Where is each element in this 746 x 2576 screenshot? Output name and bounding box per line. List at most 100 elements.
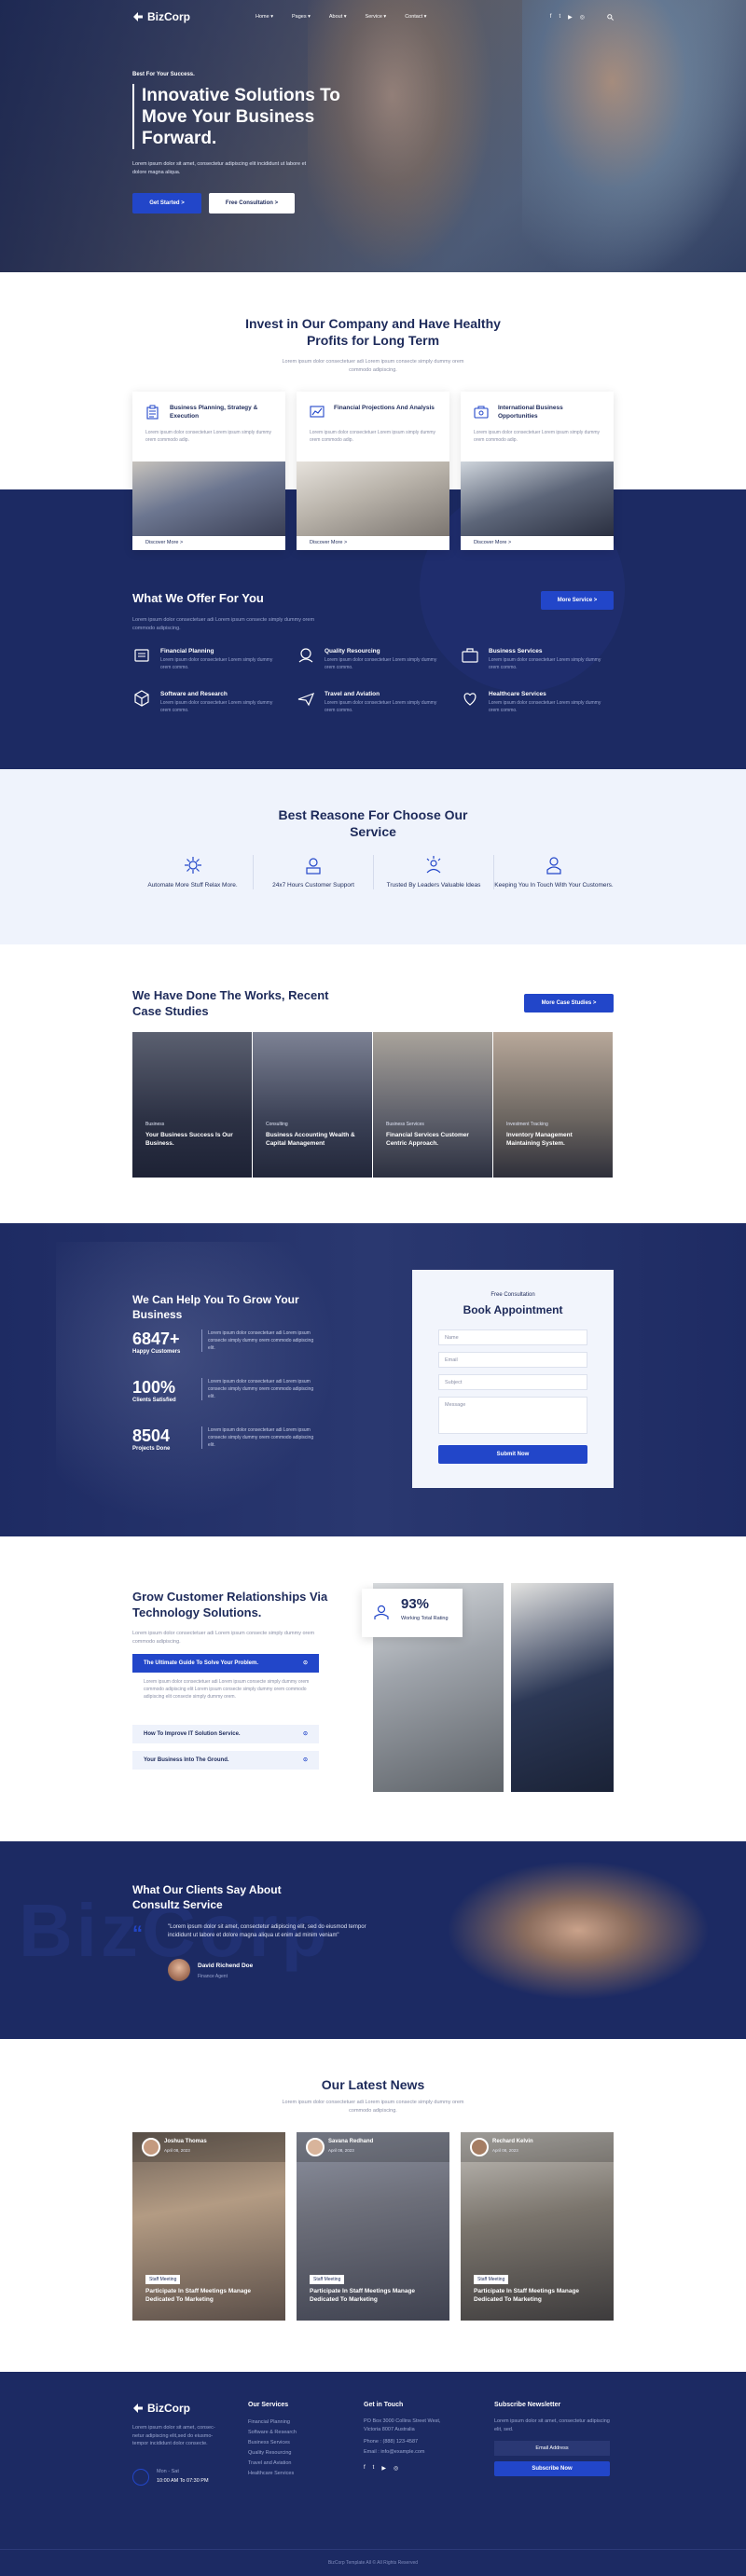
case-study-card[interactable]: Business Your Business Success Is Our Bu…: [132, 1032, 252, 1178]
footer-link[interactable]: Business Services: [248, 2438, 341, 2448]
footer-logo[interactable]: BizCorp: [132, 2402, 226, 2415]
tech-text: Lorem ipsum dolor consectetuer adi Lorem…: [132, 1631, 315, 1645]
trusted-leader-icon: [374, 855, 493, 875]
card-title: International Business Opportunities: [498, 405, 563, 420]
subscribe-button[interactable]: Subscribe Now: [494, 2461, 610, 2476]
offer-item[interactable]: Financial Planning Lorem ipsum dolor con…: [132, 646, 282, 670]
free-consultation-button[interactable]: Free Consultation >: [209, 193, 295, 214]
offer-item[interactable]: Quality Resourcing Lorem ipsum dolor con…: [297, 646, 446, 670]
appointment-form: Free Consultation Book Appointment Name …: [412, 1270, 614, 1488]
youtube-icon[interactable]: ▶: [381, 2465, 386, 2472]
reason-item: Automate More Stuff Relax More.: [132, 855, 253, 889]
footer-link[interactable]: Healthcare Services: [248, 2469, 341, 2479]
hero-section: BizCorp Home ▾ Pages ▾ About ▾ Service ▾…: [0, 0, 746, 272]
newsletter-email-input[interactable]: Email Address: [494, 2441, 610, 2456]
subject-field[interactable]: Subject: [438, 1374, 587, 1390]
case-study-card[interactable]: Investment Tracking Inventory Management…: [493, 1032, 613, 1178]
cases-title: We Have Done The Works, Recent Case Stud…: [132, 988, 329, 1018]
logo-icon: [132, 11, 144, 22]
instagram-icon[interactable]: ◎: [394, 2465, 398, 2472]
news-card[interactable]: Joshua Thomas April 08, 2023 Staff Meeti…: [132, 2132, 285, 2321]
name-field[interactable]: Name: [438, 1329, 587, 1345]
email-field[interactable]: Email: [438, 1352, 587, 1368]
client-name: David Richend Doe: [198, 1963, 254, 1969]
chevron-icon: ⊙: [302, 1757, 308, 1763]
facebook-icon[interactable]: f: [550, 14, 552, 21]
invest-section: Invest in Our Company and Have Healthy P…: [0, 272, 746, 769]
chevron-icon: ⊙: [302, 1731, 308, 1737]
author-avatar: [306, 2138, 325, 2156]
news-card[interactable]: Rechard Kelvin April 08, 2023 Staff Meet…: [461, 2132, 614, 2321]
footer-link[interactable]: Software & Research: [248, 2428, 341, 2438]
clock-icon: [132, 2469, 149, 2486]
accordion-item-active[interactable]: The Ultimate Guide To Solve Your Problem…: [132, 1654, 319, 1673]
case-study-card[interactable]: Business Services Financial Services Cus…: [373, 1032, 492, 1178]
invest-text: Lorem ipsum dolor consectetuer adi Lorem…: [282, 359, 464, 373]
globe-icon: [474, 405, 489, 420]
service-card: International Business Opportunities Lor…: [461, 392, 614, 550]
footer-link[interactable]: Quality Resourcing: [248, 2448, 341, 2459]
tech-title: Grow Customer Relationships Via Technolo…: [132, 1590, 328, 1619]
nav-about[interactable]: About ▾: [329, 14, 347, 20]
case-studies-section: We Have Done The Works, Recent Case Stud…: [0, 944, 746, 1223]
rating-badge: 93% Working Total Rating: [362, 1589, 463, 1637]
search-icon[interactable]: [607, 13, 614, 21]
reasons-section: Best Reasone For Choose Our Service Auto…: [0, 769, 746, 944]
discover-more-link[interactable]: Discover More >: [474, 540, 511, 545]
stat-item: 6847+ Happy Customers Lorem ipsum dolor …: [132, 1329, 314, 1355]
client-photo: [373, 1841, 746, 2039]
nav-social: f t ▶ ◎: [550, 14, 614, 21]
news-section: Our Latest News Lorem ipsum dolor consec…: [0, 2039, 746, 2372]
chart-icon: [310, 405, 325, 420]
more-case-studies-button[interactable]: More Case Studies >: [524, 994, 614, 1012]
meeting-photo: [132, 461, 285, 536]
discover-more-link[interactable]: Discover More >: [145, 540, 183, 545]
youtube-icon[interactable]: ▶: [568, 14, 573, 21]
nav-home[interactable]: Home ▾: [256, 14, 273, 20]
twitter-icon[interactable]: t: [559, 14, 560, 21]
handshake-photo: [461, 461, 614, 536]
more-service-button[interactable]: More Service >: [541, 591, 614, 610]
logo-icon: [132, 2403, 144, 2414]
case-study-card[interactable]: Consulting Business Accounting Wealth & …: [253, 1032, 372, 1178]
discover-more-link[interactable]: Discover More >: [310, 540, 347, 545]
offer-item[interactable]: Healthcare Services Lorem ipsum dolor co…: [461, 689, 610, 713]
card-title: Financial Projections And Analysis: [334, 405, 435, 411]
reason-item: Keeping You In Touch With Your Customers…: [493, 855, 614, 889]
twitter-icon[interactable]: t: [373, 2465, 375, 2472]
nav-service[interactable]: Service ▾: [366, 14, 387, 20]
testimonial-section: BizCorp What Our Clients Say About Consu…: [0, 1841, 746, 2039]
footer: BizCorp Lorem ipsum dolor sit amet, cons…: [0, 2372, 746, 2576]
automation-icon: [132, 855, 253, 875]
offer-item[interactable]: Software and Research Lorem ipsum dolor …: [132, 689, 282, 713]
reason-item: 24x7 Hours Customer Support: [253, 855, 373, 889]
nav-contact[interactable]: Contact ▾: [405, 14, 426, 20]
service-card: Financial Projections And Analysis Lorem…: [297, 392, 449, 550]
footer-link[interactable]: Financial Planning: [248, 2418, 341, 2428]
accordion-item[interactable]: How To Improve IT Solution Service. ⊙: [132, 1725, 319, 1743]
strategy-icon: [145, 405, 160, 420]
grow-section: We Can Help You To Grow Your Business 68…: [0, 1223, 746, 1536]
accordion-item[interactable]: Your Business Into The Ground. ⊙: [132, 1751, 319, 1770]
support-icon: [254, 855, 373, 875]
footer-about: BizCorp Lorem ipsum dolor sit amet, cons…: [132, 2402, 226, 2486]
testimonial-quote: "Lorem ipsum dolor sit amet, consectetur…: [168, 1924, 366, 1938]
submit-button[interactable]: Submit Now: [438, 1445, 587, 1464]
get-started-button[interactable]: Get Started >: [132, 193, 201, 214]
news-card[interactable]: Savana Redhand April 08, 2023 Staff Meet…: [297, 2132, 449, 2321]
hero-title: Innovative Solutions To Move Your Busine…: [142, 86, 340, 148]
instagram-icon[interactable]: ◎: [580, 14, 585, 21]
logo[interactable]: BizCorp: [132, 10, 190, 23]
news-text: Lorem ipsum dolor consectetuer adi Lorem…: [282, 2100, 464, 2114]
chevron-icon: ⊙: [302, 1660, 308, 1666]
avatar: [168, 1959, 190, 1981]
author-avatar: [470, 2138, 489, 2156]
stat-item: 100% Clients Satisfied Lorem ipsum dolor…: [132, 1378, 314, 1403]
hero-kicker: Best For Your Success.: [132, 72, 195, 77]
footer-link[interactable]: Travel and Aviation: [248, 2459, 341, 2469]
offer-item[interactable]: Travel and Aviation Lorem ipsum dolor co…: [297, 689, 446, 713]
nav-pages[interactable]: Pages ▾: [292, 14, 311, 20]
facebook-icon[interactable]: f: [364, 2465, 366, 2472]
message-field[interactable]: Message: [438, 1397, 587, 1434]
offer-item[interactable]: Business Services Lorem ipsum dolor cons…: [461, 646, 610, 670]
